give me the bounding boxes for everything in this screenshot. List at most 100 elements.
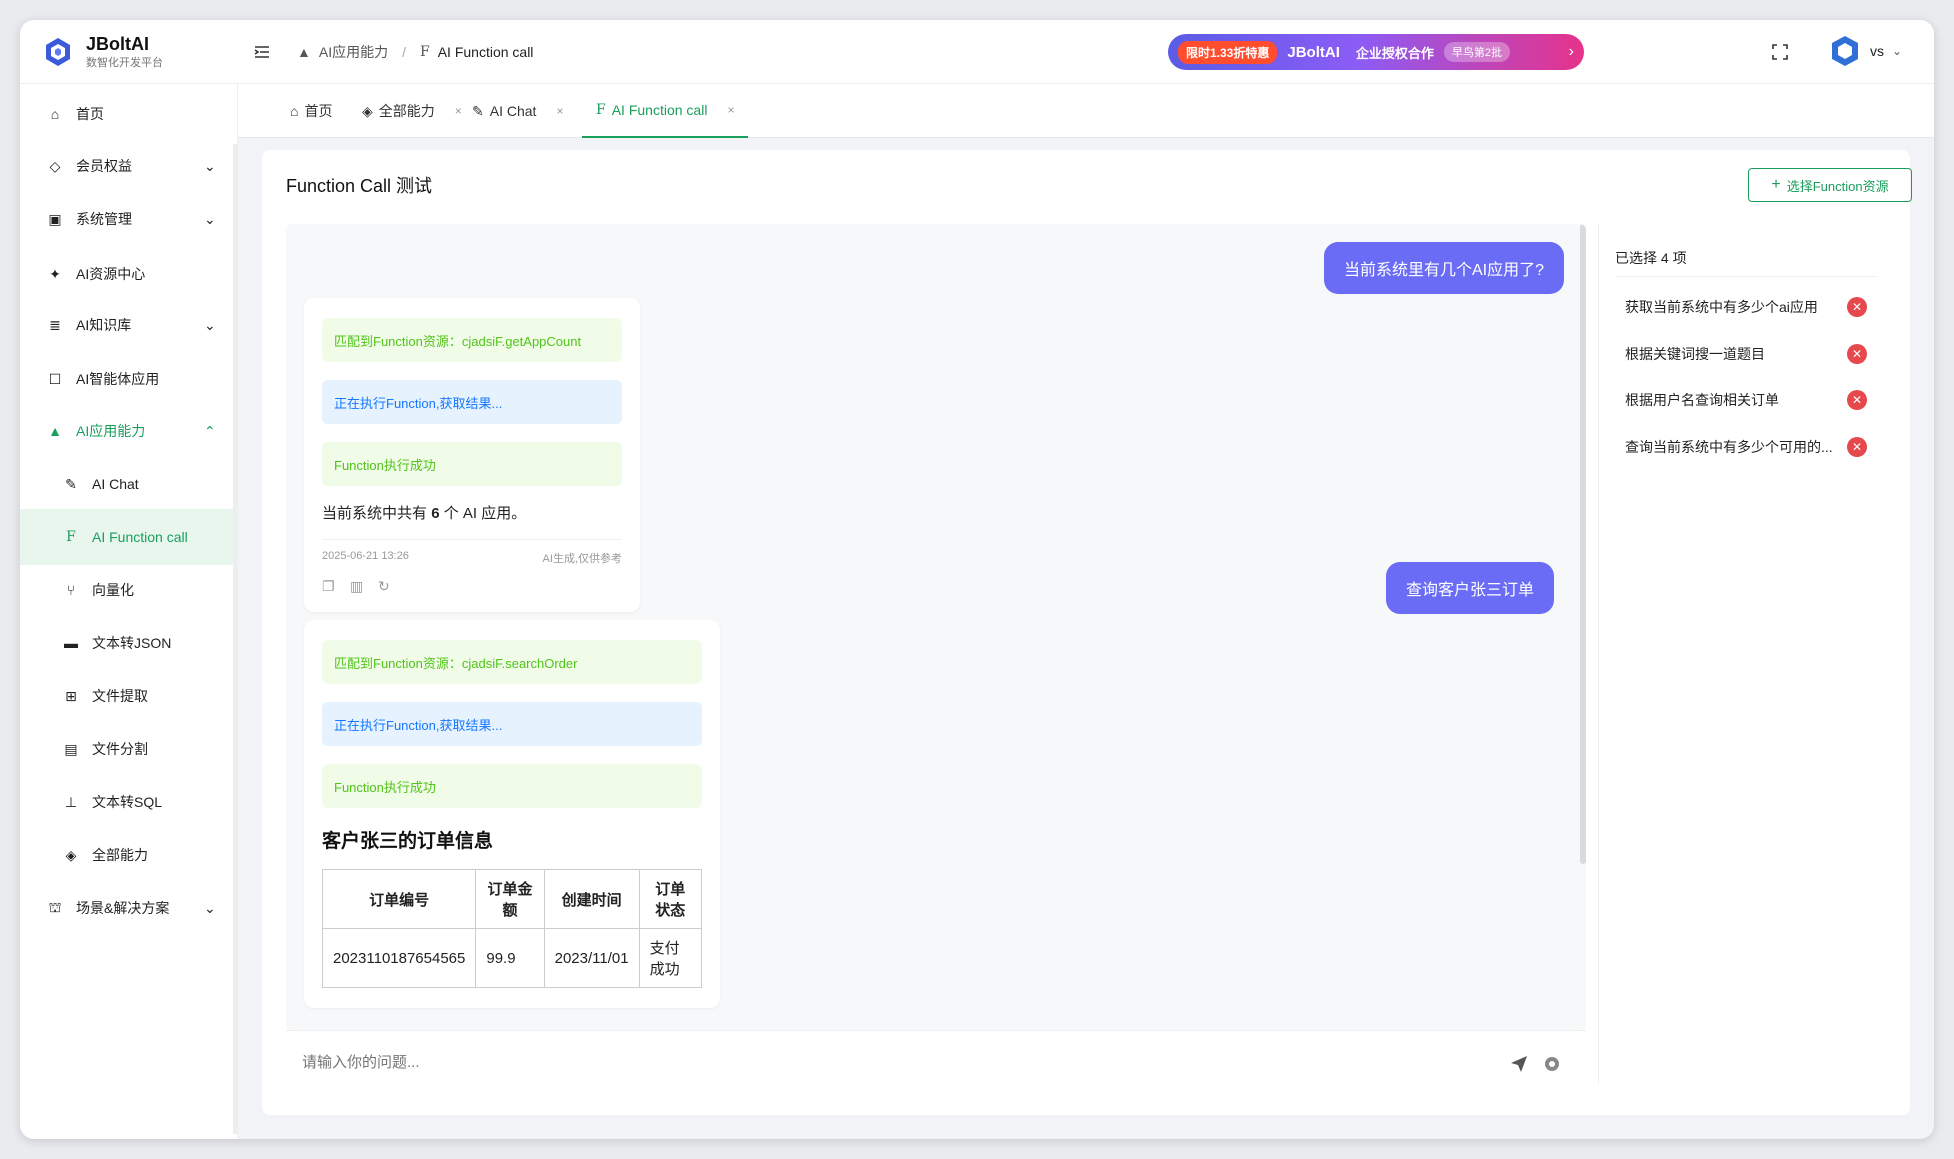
remove-icon[interactable]: ✕ <box>1847 437 1867 457</box>
sidebar-item-ai-chat[interactable]: ✎ AI Chat <box>20 456 238 512</box>
table-row: 2023110187654565 99.9 2023/11/01 支付成功 <box>321 928 703 988</box>
promo-tag: 早鸟第2批 <box>1443 42 1510 62</box>
order-table: 订单编号 订单金额 创建时间 订单状态 2023110187654565 99.… <box>321 869 703 988</box>
remove-icon[interactable]: ✕ <box>1847 297 1867 317</box>
chat-input-bar <box>286 1030 1586 1094</box>
sidebar-item-all-capabilities[interactable]: ◈ 全部能力 <box>20 827 238 883</box>
promo-brand: JBoltAI <box>1287 43 1340 61</box>
chat-area[interactable]: 当前系统里有几个AI应用了? 匹配到Function资源：cjadsiF.get… <box>286 224 1586 1030</box>
breadcrumb-item-parent[interactable]: AI应用能力 <box>319 42 388 62</box>
message-timestamp: 2025-06-21 13:26 <box>322 550 409 562</box>
tab-home[interactable]: ⌂ 首页 <box>290 84 332 138</box>
close-icon[interactable]: × <box>556 104 563 118</box>
chevron-down-icon: ⌄ <box>204 211 216 227</box>
close-icon[interactable]: × <box>727 103 734 117</box>
function-icon: F <box>66 529 76 545</box>
sidebar-item-ai-resources[interactable]: ✦ AI资源中心 <box>20 246 238 302</box>
delete-icon[interactable]: ▥ <box>350 578 364 594</box>
remove-icon[interactable]: ✕ <box>1847 344 1867 364</box>
breadcrumb-separator: / <box>402 44 406 60</box>
sidebar-scrollbar[interactable] <box>233 144 237 1134</box>
app-window: JBoltAI 数智化开发平台 ▲ AI应用能力 / F AI Function… <box>20 20 1934 1139</box>
promo-banner[interactable]: 限时1.33折特惠 JBoltAI 企业授权合作 早鸟第2批 › <box>1168 34 1584 70</box>
divider <box>1615 276 1877 277</box>
tab-function-call[interactable]: F AI Function call × <box>582 84 749 138</box>
chat-input[interactable] <box>302 1054 1462 1071</box>
function-running-status: 正在执行Function,获取结果... <box>322 702 702 746</box>
send-icon[interactable] <box>1510 1055 1528 1073</box>
home-icon: ⌂ <box>290 103 299 119</box>
sidebar-item-label: 系统管理 <box>76 211 132 227</box>
app-name: JBoltAI <box>86 34 149 54</box>
branch-icon: ⑂ <box>66 582 76 598</box>
user-message-text: 查询客户张三订单 <box>1406 582 1535 599</box>
avatar <box>1832 36 1858 66</box>
tab-all-capabilities[interactable]: ◈ 全部能力 × <box>362 84 462 138</box>
sidebar-item-membership[interactable]: ◇ 会员权益 ⌄ <box>20 138 238 194</box>
ai-answer: 当前系统中共有 6 个 AI 应用。 <box>322 502 622 523</box>
gear-icon[interactable] <box>1542 1054 1562 1074</box>
sidebar-item-label: 文件提取 <box>92 688 148 704</box>
sidebar-item-agents[interactable]: ☐ AI智能体应用 <box>20 351 238 407</box>
user-name: vs <box>1870 43 1884 59</box>
chevron-right-icon: › <box>1568 43 1574 60</box>
app-subtitle: 数智化开发平台 <box>86 57 163 69</box>
menu-collapse-icon[interactable] <box>252 42 272 62</box>
logo[interactable]: JBoltAI 数智化开发平台 <box>42 34 163 70</box>
sidebar-item-label: 文本转SQL <box>92 794 163 810</box>
sidebar-item-knowledge[interactable]: ≣ AI知识库 ⌄ <box>20 297 238 353</box>
tab-label: 全部能力 <box>378 103 435 119</box>
file-extract-icon: ⊞ <box>65 687 77 704</box>
promo-text: 企业授权合作 <box>1355 45 1434 61</box>
order-heading: 客户张三的订单信息 <box>322 831 494 852</box>
chat-icon: ✎ <box>472 102 484 119</box>
sidebar-item-scenarios[interactable]: ⛫ 场景&解决方案 ⌄ <box>20 880 238 936</box>
sidebar-item-home[interactable]: ⌂ 首页 <box>20 86 238 142</box>
sidebar-item-system[interactable]: ▣ 系统管理 ⌄ <box>20 191 238 247</box>
sidebar-item-ai-capabilities[interactable]: ▲ AI应用能力 ⌃ <box>20 403 238 459</box>
main-card: Function Call 测试 + 选择Function资源 当前系统里有几个… <box>262 150 1912 1115</box>
cube-icon: ◈ <box>362 102 373 119</box>
sidebar-item-file-extract[interactable]: ⊞ 文件提取 <box>20 668 238 724</box>
ai-message: 匹配到Function资源：cjadsiF.getAppCount 正在执行Fu… <box>304 298 640 612</box>
select-function-button[interactable]: + 选择Function资源 <box>1748 168 1912 202</box>
table-cell: 2023/11/01 <box>543 928 640 988</box>
function-match-status: 匹配到Function资源：cjadsiF.searchOrder <box>322 640 702 684</box>
plus-icon: + <box>1771 176 1781 193</box>
table-cell: 2023110187654565 <box>321 928 477 988</box>
tab-ai-chat[interactable]: ✎ AI Chat × <box>472 84 563 138</box>
chat-scrollbar[interactable] <box>1580 224 1586 864</box>
table-header: 订单金额 <box>475 869 545 929</box>
logo-icon <box>46 38 70 66</box>
remove-icon[interactable]: ✕ <box>1847 390 1867 410</box>
sidebar-item-label: AI智能体应用 <box>76 371 160 387</box>
selected-function-label: 根据关键词搜一道题目 <box>1625 346 1765 362</box>
selected-count: 已选择 4 项 <box>1615 250 1687 266</box>
chevron-down-icon: ⌄ <box>204 900 216 916</box>
database-icon: ≣ <box>49 316 61 333</box>
sidebar-item-text-sql[interactable]: ⊥ 文本转SQL <box>20 774 238 830</box>
copy-icon[interactable]: ❐ <box>322 578 336 594</box>
json-icon: ▬ <box>64 635 78 651</box>
close-icon[interactable]: × <box>455 104 462 118</box>
sidebar-item-vectorize[interactable]: ⑂ 向量化 <box>20 562 238 618</box>
rocket-icon: ▲ <box>48 423 62 439</box>
sidebar-item-label: 全部能力 <box>92 847 148 863</box>
selected-function-item: 查询当前系统中有多少个可用的... ✕ <box>1625 434 1885 460</box>
breadcrumb-item-current: AI Function call <box>437 44 534 60</box>
selected-function-label: 根据用户名查询相关订单 <box>1625 392 1779 408</box>
sidebar-item-label: 首页 <box>76 106 104 122</box>
function-icon: F <box>596 102 606 118</box>
sidebar-item-label: AI知识库 <box>76 317 132 333</box>
sidebar-item-text-json[interactable]: ▬ 文本转JSON <box>20 615 238 671</box>
page-title: Function Call 测试 <box>286 176 433 196</box>
user-menu[interactable]: vs ⌄ <box>1828 34 1902 68</box>
answer-prefix: 当前系统中共有 <box>322 505 428 522</box>
sidebar-item-label: AI Function call <box>92 529 188 545</box>
scene-icon: ⛫ <box>48 898 62 915</box>
refresh-icon[interactable]: ↻ <box>378 578 392 594</box>
sidebar-item-label: 向量化 <box>92 582 134 598</box>
sidebar-item-function-call[interactable]: F AI Function call <box>20 509 238 565</box>
fullscreen-icon[interactable] <box>1770 42 1790 62</box>
sidebar-item-file-split[interactable]: ▤ 文件分割 <box>20 721 238 777</box>
